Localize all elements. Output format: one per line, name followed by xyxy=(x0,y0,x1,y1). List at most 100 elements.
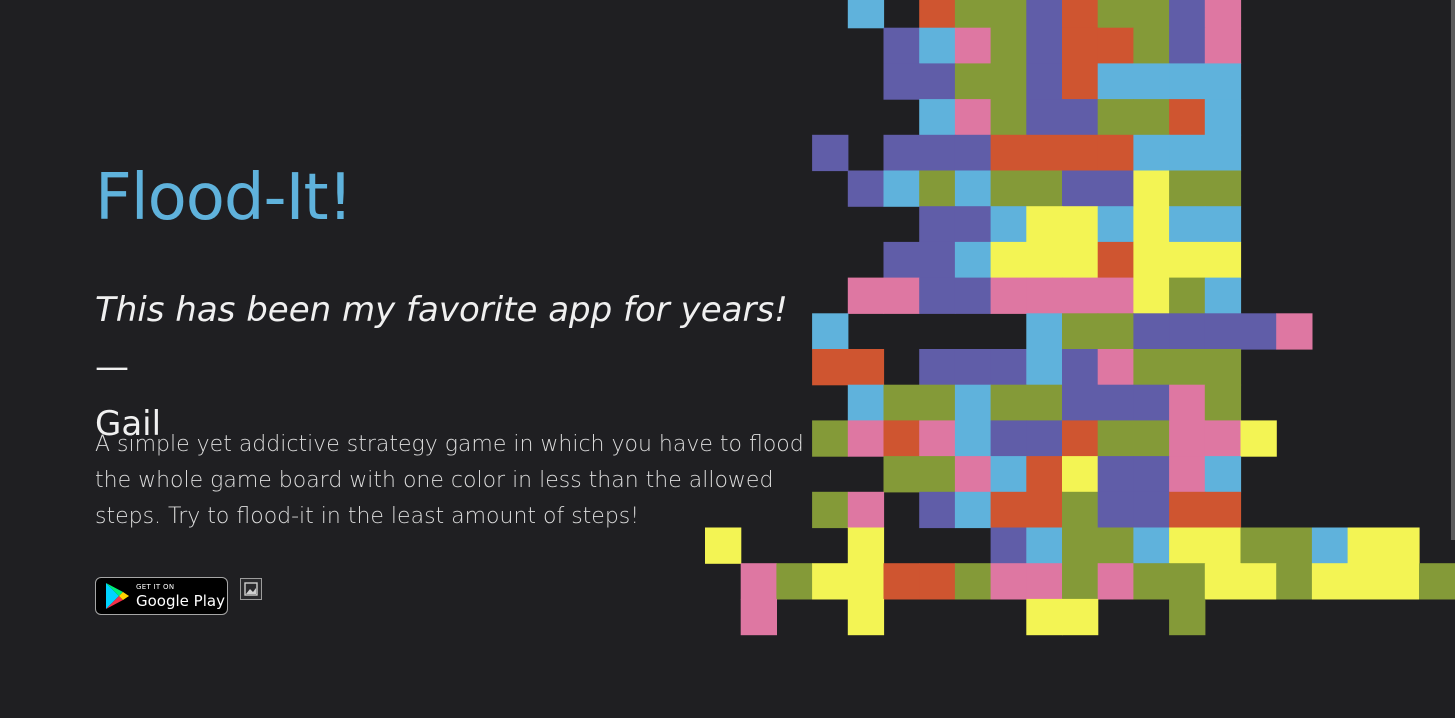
board-cell xyxy=(1383,563,1420,600)
board-cell xyxy=(990,527,1027,564)
google-play-badge[interactable]: GET IT ON Google Play xyxy=(95,577,228,615)
board-cell xyxy=(1240,313,1277,350)
board-cell xyxy=(954,349,992,386)
board-cell xyxy=(1062,491,1099,529)
board-cell xyxy=(919,563,956,600)
board-cell xyxy=(883,420,920,457)
board-cell xyxy=(990,63,1027,100)
board-cell xyxy=(1311,527,1349,564)
board-cell xyxy=(847,420,885,457)
board-cell xyxy=(776,563,813,600)
board-cell xyxy=(1204,420,1242,457)
badge-small-text: GET IT ON xyxy=(136,582,175,591)
board-cell xyxy=(1062,170,1099,207)
board-cell xyxy=(1026,420,1063,457)
page-title: Flood-It! xyxy=(95,161,353,235)
board-cell xyxy=(1169,63,1206,100)
board-cell xyxy=(1097,349,1134,386)
board-cell xyxy=(883,134,920,172)
board-cell xyxy=(1204,384,1242,421)
board-cell xyxy=(919,170,956,207)
board-cell xyxy=(990,0,1027,29)
board-cell xyxy=(954,63,992,100)
board-cell xyxy=(1204,491,1242,529)
board-cell xyxy=(954,241,992,279)
board-cell xyxy=(1026,134,1063,172)
board-cell xyxy=(847,277,885,314)
badge-big-text: Google Play xyxy=(136,591,225,610)
board-cell xyxy=(919,349,956,386)
board-cell xyxy=(1204,349,1242,386)
board-cell xyxy=(1133,349,1170,386)
board-cell xyxy=(812,491,849,529)
board-cell xyxy=(1204,206,1242,243)
board-cell xyxy=(919,63,956,100)
board-cell xyxy=(1097,99,1134,136)
board-cell xyxy=(1026,349,1063,386)
board-cell xyxy=(812,563,849,600)
board-cell xyxy=(1062,598,1099,636)
board-cell xyxy=(1026,598,1063,636)
board-cell xyxy=(1097,206,1134,243)
board-cell xyxy=(1169,27,1206,64)
board-cell xyxy=(1097,27,1134,64)
board-cell xyxy=(1026,99,1063,136)
board-cell xyxy=(1133,491,1170,529)
board-cell xyxy=(954,563,992,600)
board-cell xyxy=(954,456,992,493)
board-cell xyxy=(919,456,956,493)
board-cell xyxy=(954,206,992,243)
board-cell xyxy=(1062,206,1099,243)
board-cell xyxy=(1419,563,1455,600)
board-cell xyxy=(1097,63,1134,100)
board-cell xyxy=(1062,0,1099,29)
board-cell xyxy=(1133,27,1170,64)
board-cell xyxy=(1026,563,1063,600)
board-cell xyxy=(1133,134,1170,172)
board-cell xyxy=(954,27,992,64)
board-cell xyxy=(919,420,956,457)
board-cell xyxy=(1169,563,1206,600)
google-play-icon xyxy=(106,583,129,609)
board-cell xyxy=(1133,527,1170,564)
board-cell xyxy=(1133,0,1170,29)
board-cell xyxy=(883,170,920,207)
board-cell xyxy=(1204,456,1242,493)
board-cell xyxy=(812,420,849,457)
board-cell xyxy=(1026,313,1063,350)
board-cell xyxy=(1133,456,1170,493)
board-cell xyxy=(1097,277,1134,314)
board-cell xyxy=(1097,563,1134,600)
board-cell xyxy=(1204,63,1242,100)
board-cell xyxy=(1026,206,1063,243)
board-cell xyxy=(847,170,885,207)
board-cell xyxy=(1204,277,1242,314)
board-cell xyxy=(883,241,920,279)
board-cell xyxy=(1062,456,1099,493)
board-cell xyxy=(1062,27,1099,64)
board-cell xyxy=(919,99,956,136)
scrollbar[interactable] xyxy=(1451,0,1455,540)
board-cell xyxy=(847,598,885,636)
board-cell xyxy=(1062,420,1099,457)
board-cell xyxy=(1133,420,1170,457)
board-cell xyxy=(1169,420,1206,457)
board-cell xyxy=(1097,420,1134,457)
board-cell xyxy=(1097,134,1134,172)
board-cell xyxy=(1097,313,1134,350)
board-cell xyxy=(1347,563,1384,600)
board-cell xyxy=(1026,241,1063,279)
board-cell xyxy=(1169,0,1206,29)
board-cell xyxy=(1204,563,1242,600)
board-cell xyxy=(883,277,920,314)
board-cell xyxy=(990,170,1027,207)
board-cell xyxy=(1097,241,1134,279)
board-cell xyxy=(1276,527,1313,564)
board-cell xyxy=(919,277,956,314)
board-cell xyxy=(847,384,885,421)
board-cell xyxy=(1204,313,1242,350)
board-cell xyxy=(1062,527,1099,564)
board-cell xyxy=(812,313,849,350)
board-cell xyxy=(740,563,777,600)
board-cell xyxy=(954,99,992,136)
